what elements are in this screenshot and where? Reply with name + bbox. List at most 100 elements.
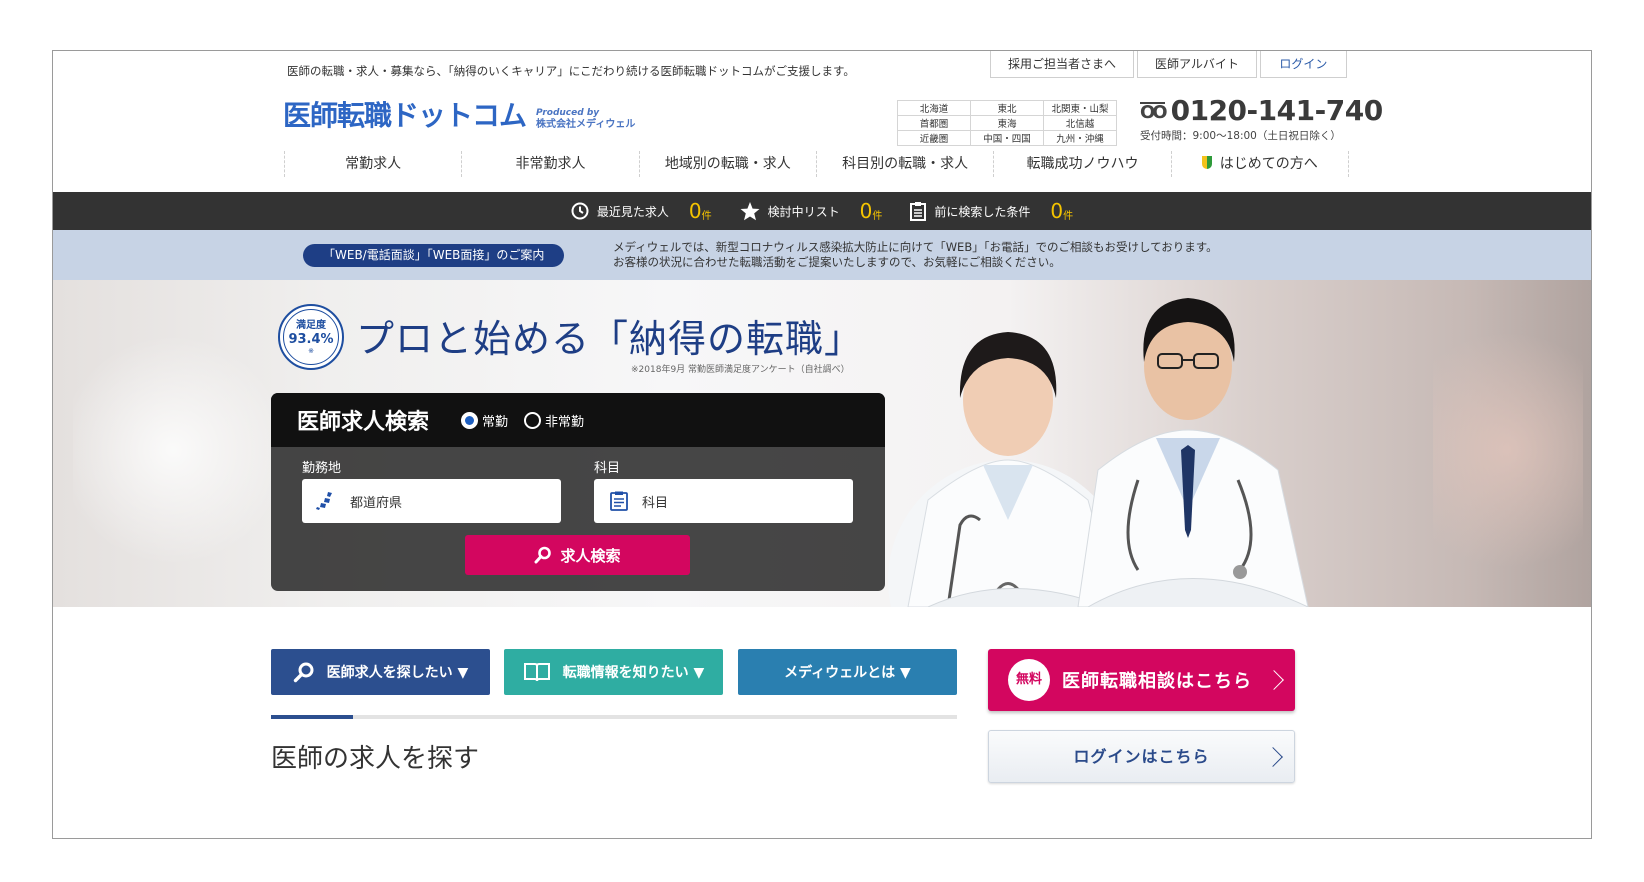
list-icon (910, 201, 927, 221)
book-icon (523, 663, 550, 682)
subject-label: 科目 (594, 461, 621, 476)
tab-career-info[interactable]: 転職情報を知りたい ▼ (504, 649, 723, 695)
region-cell: 北関東・山梨 (1043, 100, 1117, 116)
tab-find-jobs-label: 医師求人を探したい ▼ (326, 665, 469, 681)
phone-hours: 受付時間：9:00〜18:00（土日祝日除く） (1140, 130, 1341, 142)
radio-part-time-label: 非常勤 (545, 414, 585, 430)
chevron-right-icon (1263, 746, 1283, 767)
search-icon (293, 662, 314, 683)
logo-produced-by: Produced by (536, 108, 600, 118)
section-title: 医師の求人を探す (271, 744, 480, 774)
region-cell: 近畿圏 (897, 130, 971, 146)
web-interview-pill[interactable]: 「WEB/電話面談」「WEB面接」のご案内 (303, 244, 565, 267)
previous-searches-unit: 件 (1063, 210, 1074, 222)
notice-text: メディウェルでは、新型コロナウィルス感染拡大防止に向けて「WEB」「お電話」での… (613, 240, 1218, 270)
login-button[interactable]: ログインはこちら (988, 730, 1295, 783)
location-select[interactable]: 都道府県 (302, 479, 561, 523)
star-icon (740, 201, 760, 220)
saved-list-label: 検討中リスト (767, 204, 840, 219)
radio-full-time-label: 常勤 (482, 414, 509, 430)
logo-company: 株式会社メディウェル (536, 119, 636, 130)
tab-progress-fill (271, 715, 354, 719)
saved-list-unit: 件 (872, 210, 883, 222)
tab-progress-track (271, 715, 957, 719)
map-pin-icon (316, 491, 338, 511)
badge-label: 満足度 (296, 320, 326, 331)
hero-note: ※2018年9月 常勤医師満足度アンケート（自社調べ） (631, 365, 850, 375)
consultation-label: 医師転職相談はこちら (1062, 671, 1252, 692)
subject-value: 科目 (642, 495, 669, 511)
search-panel-title: 医師求人検索 (297, 410, 430, 435)
job-search-button[interactable]: 求人検索 (465, 535, 690, 575)
doctors-photo (888, 298, 1309, 607)
nav-beginners-label: はじめての方へ (1219, 156, 1318, 172)
phone-block[interactable]: OO 0120-141-740 受付時間：9:00〜18:00（土日祝日除く） (1140, 95, 1383, 143)
nav-by-region[interactable]: 地域別の転職・求人 (638, 151, 816, 177)
notice-line: メディウェルでは、新型コロナウィルス感染拡大防止に向けて「WEB」「お電話」での… (613, 240, 1218, 254)
phone-number: 0120-141-740 (1170, 94, 1384, 127)
location-value: 都道府県 (350, 495, 403, 511)
radio-full-time[interactable]: 常勤 (461, 411, 508, 430)
clock-icon (571, 202, 589, 220)
radio-selected-icon (461, 411, 479, 429)
saved-list[interactable]: 検討中リスト 0件 (740, 199, 883, 223)
previous-searches-label: 前に検索した条件 (934, 204, 1031, 219)
tab-career-info-label: 転職情報を知りたい ▼ (562, 665, 705, 681)
nav-beginners[interactable]: はじめての方へ (1170, 151, 1349, 177)
beginner-leaf-icon (1201, 156, 1212, 169)
radio-unselected-icon (524, 411, 542, 429)
site-logo[interactable]: 医師転職ドットコム Produced by 株式会社メディウェル (283, 99, 635, 133)
login-link[interactable]: ログイン (1259, 51, 1347, 78)
search-panel-header: 医師求人検索 常勤 非常勤 (271, 393, 885, 447)
browser-page: 医師の転職・求人・募集なら、「納得のいくキャリア」にこだわり続ける医師転職ドット… (52, 50, 1592, 839)
radio-part-time[interactable]: 非常勤 (524, 411, 584, 430)
notice-line: お客様の状況に合わせた転職活動をご提案いたしますので、お気軽にご相談ください。 (613, 255, 1061, 269)
region-cell: 東北 (970, 100, 1044, 116)
hero-banner: 満足度 93.4% ※ プロと始める「納得の転職」 ※2018年9月 常勤医師満… (53, 280, 1591, 607)
hero-headline: プロと始める「納得の転職」 (356, 317, 864, 361)
history-bar: 最近見た求人 0件 検討中リスト 0件 前に検索した条件 0件 (53, 192, 1591, 230)
saved-list-count: 0 (859, 199, 873, 223)
clipboard-icon (608, 491, 630, 511)
recent-jobs-count: 0 (688, 199, 702, 223)
header-tagline: 医師の転職・求人・募集なら、「納得のいくキャリア」にこだわり続ける医師転職ドット… (287, 64, 855, 78)
nav-full-time[interactable]: 常勤求人 (284, 151, 461, 177)
recruiter-link[interactable]: 採用ご担当者さまへ (990, 51, 1135, 78)
free-badge: 無料 (1008, 659, 1050, 701)
region-phone-table: 北海道 東北 北関東・山梨 首都圏 東海 北信越 近畿圏 中国・四国 九州・沖縄 (897, 100, 1117, 146)
badge-mark: ※ (308, 347, 314, 355)
consultation-button[interactable]: 無料 医師転職相談はこちら (988, 649, 1295, 711)
logo-text: 医師転職ドットコム (283, 99, 527, 132)
region-cell: 東海 (970, 115, 1044, 131)
region-cell: 北海道 (897, 100, 971, 116)
nav-part-time[interactable]: 非常勤求人 (461, 151, 638, 177)
region-cell: 九州・沖縄 (1043, 130, 1117, 146)
previous-searches-count: 0 (1050, 199, 1064, 223)
notice-bar: 「WEB/電話面談」「WEB面接」のご案内 メディウェルでは、新型コロナウィルス… (53, 230, 1591, 280)
chevron-right-icon (1264, 670, 1284, 690)
satisfaction-badge: 満足度 93.4% ※ (278, 304, 344, 370)
recent-jobs[interactable]: 最近見た求人 0件 (571, 201, 712, 222)
tab-about-mediwell[interactable]: メディウェルとは ▼ (738, 649, 957, 695)
login-button-label: ログインはこちら (1073, 747, 1210, 766)
nav-by-subject[interactable]: 科目別の転職・求人 (815, 151, 993, 177)
hero-light-blur (73, 320, 273, 580)
search-icon (534, 546, 552, 564)
previous-searches[interactable]: 前に検索した条件 0件 (910, 201, 1073, 222)
free-dial-icon: OO (1140, 101, 1168, 123)
subject-select[interactable]: 科目 (594, 479, 853, 523)
recent-jobs-unit: 件 (701, 210, 712, 222)
region-cell: 中国・四国 (970, 130, 1044, 146)
job-search-panel: 医師求人検索 常勤 非常勤 勤務地 科目 都道府県 科目 求人検索 (271, 393, 885, 591)
job-search-button-label: 求人検索 (560, 546, 621, 565)
region-cell: 首都圏 (897, 115, 971, 131)
tab-find-jobs[interactable]: 医師求人を探したい ▼ (271, 649, 490, 695)
badge-value: 93.4% (288, 332, 334, 347)
top-links: 採用ご担当者さまへ 医師アルバイト ログイン (990, 51, 1347, 78)
tab-about-mediwell-label: メディウェルとは ▼ (784, 665, 911, 681)
main-nav: 常勤求人 非常勤求人 地域別の転職・求人 科目別の転職・求人 転職成功ノウハウ … (284, 151, 1349, 177)
region-cell: 北信越 (1043, 115, 1117, 131)
logo-producer: Produced by 株式会社メディウェル (536, 108, 635, 130)
nav-knowhow[interactable]: 転職成功ノウハウ (993, 151, 1170, 177)
part-time-link[interactable]: 医師アルバイト (1137, 51, 1257, 78)
